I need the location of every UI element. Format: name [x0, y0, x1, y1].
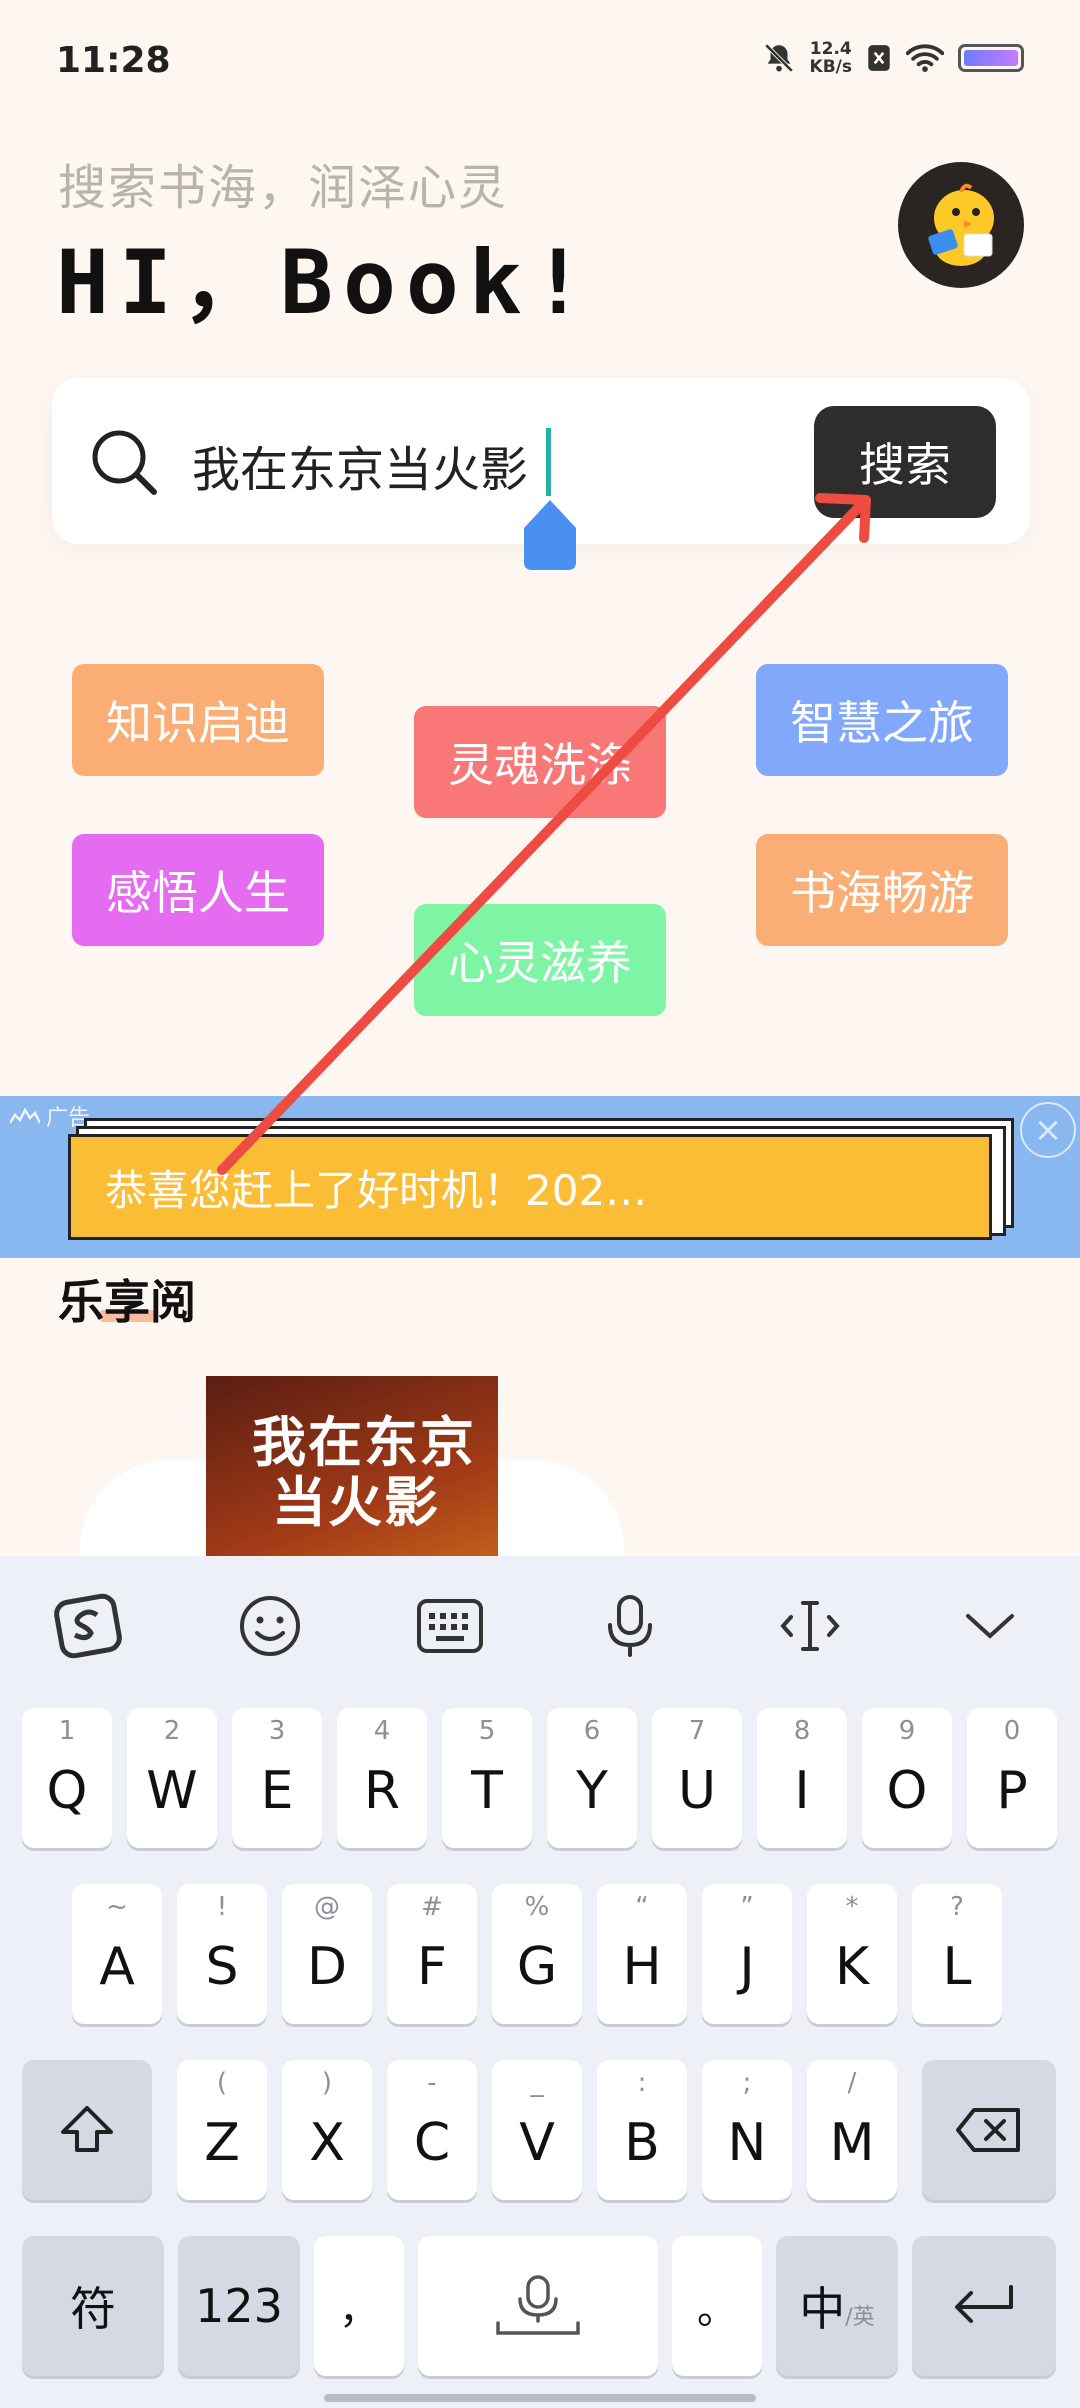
- key-q[interactable]: 1Q: [22, 1708, 112, 1848]
- search-icon: [92, 430, 157, 495]
- text-caret: [546, 428, 551, 496]
- sogou-logo-icon[interactable]: [52, 1590, 124, 1662]
- numbers-key[interactable]: 123: [178, 2236, 300, 2376]
- tag-button[interactable]: 心灵滋养: [414, 904, 666, 1016]
- tag-button[interactable]: 智慧之旅: [756, 664, 1008, 776]
- space-mic-icon: [496, 2275, 580, 2335]
- tag-button[interactable]: 灵魂洗涤: [414, 706, 666, 818]
- page-title: HI，Book!: [56, 231, 595, 334]
- space-key[interactable]: [418, 2236, 658, 2376]
- shift-key[interactable]: [22, 2060, 152, 2200]
- tag-button[interactable]: 书海畅游: [756, 834, 1008, 946]
- period-key[interactable]: 。: [672, 2236, 762, 2376]
- key-w[interactable]: 2W: [127, 1708, 217, 1848]
- comma-key[interactable]: ，: [314, 2236, 404, 2376]
- tag-button[interactable]: 感悟人生: [72, 834, 324, 946]
- key-g[interactable]: % G: [492, 1884, 582, 2024]
- wifi-icon: [906, 44, 944, 72]
- key-o[interactable]: 9O: [862, 1708, 952, 1848]
- backspace-key[interactable]: [922, 2060, 1056, 2200]
- key-z[interactable]: (Z: [177, 2060, 267, 2200]
- key-u[interactable]: 7U: [652, 1708, 742, 1848]
- avatar[interactable]: [898, 162, 1024, 288]
- backspace-icon: [956, 2108, 1020, 2152]
- key-k[interactable]: * K: [807, 1884, 897, 2024]
- key-x[interactable]: ) X: [282, 2060, 372, 2200]
- language-switch-key[interactable]: 中 /英: [776, 2236, 898, 2376]
- enter-key[interactable]: [912, 2236, 1056, 2376]
- key-v[interactable]: _ V: [492, 2060, 582, 2200]
- key-b[interactable]: :B: [597, 2060, 687, 2200]
- ad-wave-icon: [10, 1107, 40, 1124]
- key-r[interactable]: 4R: [337, 1708, 427, 1848]
- caret-handle[interactable]: [524, 500, 576, 570]
- status-time: 11:28: [56, 40, 171, 81]
- enter-icon: [955, 2285, 1013, 2323]
- close-icon[interactable]: ×: [1020, 1102, 1076, 1158]
- symbols-key[interactable]: 符: [22, 2236, 164, 2376]
- key-y[interactable]: 6Y: [547, 1708, 637, 1848]
- shift-icon: [61, 2106, 113, 2152]
- home-indicator: [324, 2394, 756, 2402]
- search-button[interactable]: 搜索: [814, 406, 996, 518]
- microphone-icon[interactable]: [594, 1590, 666, 1662]
- battery-icon: [958, 44, 1024, 72]
- key-i[interactable]: 8I: [757, 1708, 847, 1848]
- key-e[interactable]: 3E: [232, 1708, 322, 1848]
- key-t[interactable]: 5T: [442, 1708, 532, 1848]
- keyboard-layout-icon[interactable]: [414, 1590, 486, 1662]
- text-cursor-icon[interactable]: [774, 1590, 846, 1662]
- key-a[interactable]: ~ A: [72, 1884, 162, 2024]
- key-h[interactable]: “H: [597, 1884, 687, 2024]
- key-d[interactable]: @ D: [282, 1884, 372, 2024]
- network-speed: 12.4 KB/s: [809, 39, 852, 77]
- search-input[interactable]: 我在东京当火影: [192, 430, 528, 500]
- key-l[interactable]: ? L: [912, 1884, 1002, 2024]
- tag-button[interactable]: 知识启迪: [72, 664, 324, 776]
- chick-reading-icon: [928, 183, 994, 266]
- emoji-icon[interactable]: [234, 1590, 306, 1662]
- key-c[interactable]: -C: [387, 2060, 477, 2200]
- book-title-line2: 当火影: [272, 1470, 440, 1534]
- key-j[interactable]: ” J: [702, 1884, 792, 2024]
- sim-disabled-icon: [868, 45, 890, 71]
- key-s[interactable]: ! S: [177, 1884, 267, 2024]
- mute-bell-icon: [764, 43, 793, 73]
- key-p[interactable]: 0P: [967, 1708, 1057, 1848]
- section-title: 乐享阅: [58, 1275, 196, 1329]
- key-n[interactable]: ; N: [702, 2060, 792, 2200]
- ad-text[interactable]: 恭喜您赶上了好时机！202…: [68, 1134, 992, 1240]
- status-icons: 12.4 KB/s: [762, 40, 1024, 76]
- page-subtitle: 搜索书海，润泽心灵: [58, 160, 509, 216]
- key-m[interactable]: / M: [807, 2060, 897, 2200]
- chevron-down-icon[interactable]: [954, 1590, 1026, 1662]
- key-f[interactable]: # F: [387, 1884, 477, 2024]
